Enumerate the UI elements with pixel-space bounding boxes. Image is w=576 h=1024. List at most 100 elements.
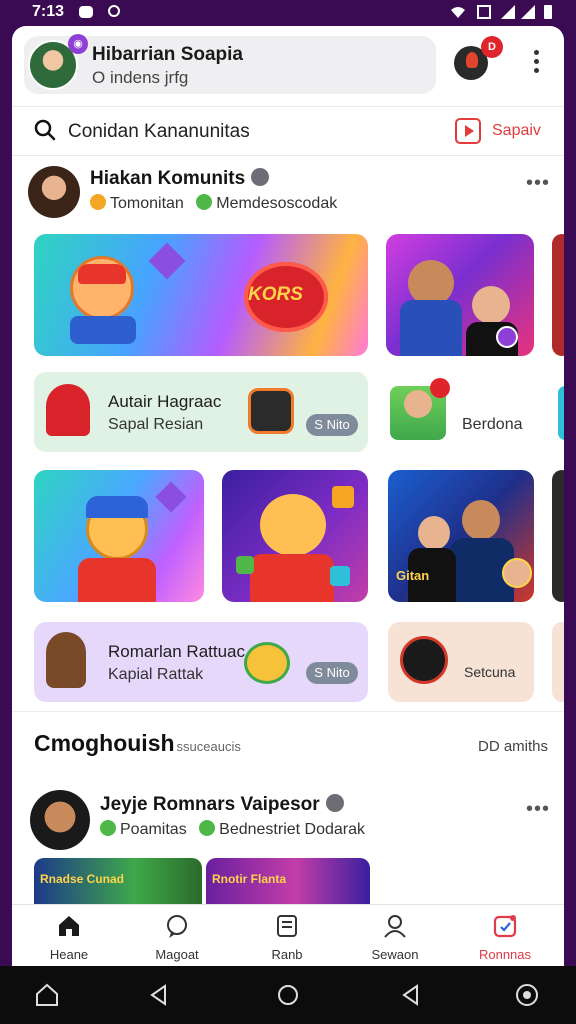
kid-face xyxy=(502,558,532,588)
photo-tile-peek[interactable] xyxy=(552,234,564,356)
section-title: Cmoghouish ssuceaucis xyxy=(34,730,241,757)
side-card-2-label: Setcuna xyxy=(464,664,516,680)
note-icon-3 xyxy=(330,566,350,586)
nav-home[interactable]: Heane xyxy=(24,913,114,962)
music-mascot xyxy=(260,494,326,556)
post-title: Hiakan Komunits xyxy=(90,168,246,189)
side-thumb-face xyxy=(404,390,432,418)
leaf-icon xyxy=(100,820,116,836)
mascot-body xyxy=(70,316,136,344)
mascot-shirt xyxy=(78,558,156,602)
nav-messages[interactable]: Magoat xyxy=(132,913,222,962)
profile-name: Hibarrian Soapia xyxy=(92,44,243,65)
music-tile[interactable] xyxy=(222,470,368,602)
section-title-text: Cmoghouish xyxy=(34,730,175,756)
post2-thumb-2-text: Rnotir Flanta xyxy=(212,872,286,886)
calendar-icon xyxy=(493,915,517,938)
post-subtitle: Tomonitan Memdesoscodak xyxy=(90,194,337,213)
side-label: Berdona xyxy=(462,416,523,433)
nav-profile-label: Sewaon xyxy=(371,947,419,962)
people-face-2 xyxy=(418,516,450,550)
nfc-icon xyxy=(477,5,491,19)
feature-card-2-sub: Kapial Rattak xyxy=(108,666,204,683)
mascot-tile[interactable] xyxy=(34,470,204,602)
nav-home-label: Heane xyxy=(49,947,89,962)
top-bar: ◉ Hibarrian Soapia O indens jrfg D xyxy=(12,26,564,104)
assistant-icon[interactable] xyxy=(514,982,540,1008)
group-icon-2 xyxy=(199,820,216,836)
post-avatar[interactable] xyxy=(28,166,80,218)
more-options-icon[interactable] xyxy=(534,50,540,78)
profile-status: O indens jrfg xyxy=(92,68,189,87)
camera-icon xyxy=(248,388,294,434)
post2-more-icon[interactable]: ••• xyxy=(526,798,550,821)
section-divider xyxy=(12,711,564,712)
signal-icon-2 xyxy=(521,5,535,19)
photo-tile-1[interactable] xyxy=(386,234,534,356)
feature-card-chip[interactable]: S Nito xyxy=(306,414,358,436)
avatar-badge-icon: ◉ xyxy=(68,34,88,54)
verified-icon xyxy=(325,794,344,812)
search-icon xyxy=(34,119,56,141)
feature-card-2-chip[interactable]: S Nito xyxy=(306,662,358,684)
feature-card-2-title: Romarlan Rattuac xyxy=(108,642,246,661)
post-title-wrap: Hiakan Komunits xyxy=(90,168,270,190)
notification-badge: D xyxy=(481,36,503,58)
post-more-icon[interactable]: ••• xyxy=(526,172,550,195)
nav-profile[interactable]: Sewaon xyxy=(350,913,440,962)
app-window: ◉ Hibarrian Soapia O indens jrfg D Conid… xyxy=(12,26,564,966)
home-icon xyxy=(59,916,79,936)
chick-icon xyxy=(244,642,290,684)
post-sub-b: Memdesoscodak xyxy=(216,195,338,212)
character-icon xyxy=(46,632,86,688)
gem-shape xyxy=(148,242,186,280)
home-circle-icon[interactable] xyxy=(275,982,301,1008)
music-mascot-shirt xyxy=(250,554,334,602)
person-icon xyxy=(384,915,406,938)
post2-subtitle: Poamitas Bednestriet Dodarak xyxy=(100,820,365,839)
add-icon[interactable] xyxy=(496,326,518,348)
status-bar: 7:13 xyxy=(0,0,576,24)
hero-text: KORS xyxy=(248,284,303,305)
gem-shape-2 xyxy=(155,481,187,513)
document-icon xyxy=(277,915,297,937)
post2-avatar[interactable] xyxy=(30,790,90,850)
feature-card-sub: Sapal Resian xyxy=(108,416,204,433)
section-subtitle: ssuceaucis xyxy=(176,739,241,754)
section-link[interactable]: DD amiths xyxy=(478,738,548,755)
signal-icon xyxy=(501,5,515,19)
back-icon-2[interactable] xyxy=(398,982,424,1008)
person-image-2 xyxy=(472,286,510,324)
post2-thumb-1[interactable]: Rnadse Cunad xyxy=(34,858,202,908)
home-outline-icon[interactable] xyxy=(34,982,60,1008)
nav-events-label: Ronnnas xyxy=(478,947,532,962)
share-label[interactable]: Sapaiv xyxy=(492,122,541,140)
badge-icon xyxy=(251,168,270,186)
post2-thumb-1-text: Rnadse Cunad xyxy=(40,872,125,886)
post-sub-a: Tomonitan xyxy=(110,195,184,212)
system-nav-bar xyxy=(0,966,576,1024)
people-tile-peek[interactable] xyxy=(552,470,564,602)
battery-icon xyxy=(544,5,552,19)
post2-title: Jeyje Romnars Vaipesor xyxy=(100,794,320,815)
smile-icon xyxy=(90,194,106,210)
people-tile[interactable]: Gitan xyxy=(388,470,534,602)
search-input[interactable]: Conidan Kananunitas xyxy=(68,121,250,143)
hero-tile[interactable]: KORS xyxy=(34,234,368,356)
back-icon[interactable] xyxy=(146,982,172,1008)
nav-docs[interactable]: Ranb xyxy=(242,913,332,962)
mascot-hat xyxy=(86,496,148,518)
post2-thumb-2[interactable]: Rnotir Flanta xyxy=(206,858,370,908)
post2-sub-a: Poamitas xyxy=(120,821,187,838)
side-card-peek[interactable] xyxy=(552,622,564,702)
feature-card-title: Autair Hagraac xyxy=(108,392,222,411)
post2-title-wrap: Jeyje Romnars Vaipesor xyxy=(100,794,344,816)
post2-header: Jeyje Romnars Vaipesor Poamitas Bednestr… xyxy=(12,786,564,850)
search-bar[interactable]: Conidan Kananunitas Sapaiv xyxy=(12,106,564,156)
play-share-icon[interactable] xyxy=(455,118,481,144)
nav-events[interactable]: Ronnnas xyxy=(460,913,550,962)
game-icon xyxy=(46,384,90,436)
note-icon xyxy=(332,486,354,508)
mascot-cap xyxy=(78,264,126,284)
side-peek[interactable] xyxy=(558,386,564,440)
